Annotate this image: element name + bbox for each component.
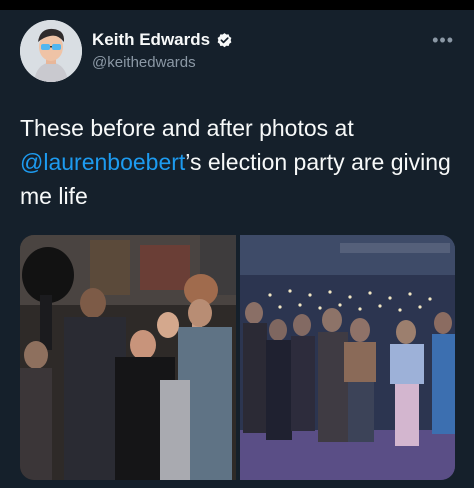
more-options-icon[interactable]: ••• (432, 30, 454, 51)
avatar[interactable] (20, 20, 82, 82)
photo-after-image (240, 235, 455, 480)
photo-crowd-cheering[interactable] (20, 235, 236, 480)
author-name[interactable]: Keith Edwards (92, 30, 210, 50)
photo-crowd-somber[interactable] (240, 235, 455, 480)
media-grid (20, 235, 455, 480)
mention-link[interactable]: @laurenboebert (20, 149, 185, 175)
bottom-edge (0, 482, 474, 488)
photo-before-image (20, 235, 236, 480)
top-status-bar (0, 0, 474, 10)
verified-badge-icon (217, 32, 232, 47)
avatar-image (20, 20, 82, 82)
tweet-text: These before and after photos at @lauren… (20, 111, 460, 213)
author-handle[interactable]: @keithedwards (92, 54, 196, 71)
tweet-text-part: These before and after photos at (20, 115, 354, 141)
